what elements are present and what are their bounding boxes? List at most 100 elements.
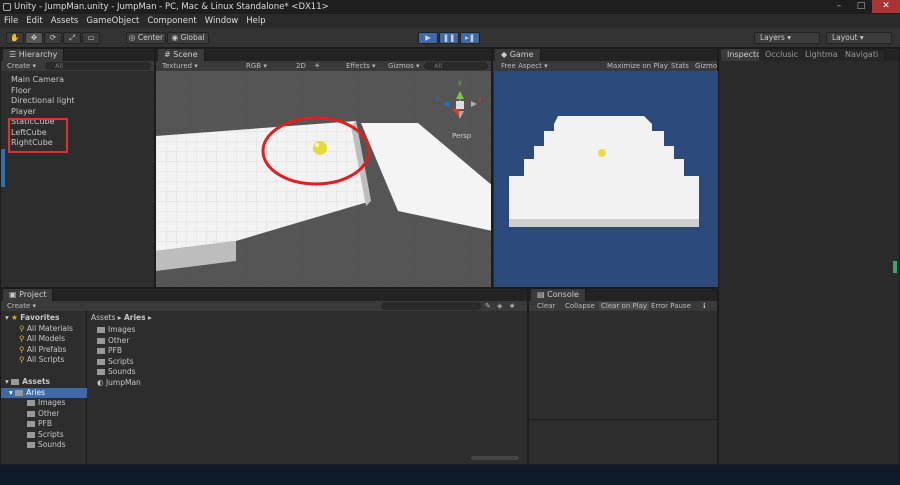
asset-item[interactable]: Scripts (97, 357, 141, 368)
move-tool-icon[interactable]: ✥ (25, 32, 43, 44)
folder-item[interactable]: Scripts (5, 430, 87, 441)
pause-button[interactable]: ❚❚ (439, 32, 459, 44)
hierarchy-item[interactable]: Player (11, 107, 75, 118)
favorites-header[interactable]: ▾ ★ Favorites (5, 313, 85, 324)
filter-label-icon[interactable]: ◈ (497, 302, 502, 310)
tab-hierarchy[interactable]: ☰ Hierarchy (3, 49, 65, 61)
layout-dropdown[interactable]: Layout ▾ (826, 32, 892, 44)
menu-edit[interactable]: Edit (26, 14, 42, 28)
favorites-section: ▾ ★ Favorites ⚲ All Materials ⚲ All Mode… (5, 313, 85, 366)
asset-item[interactable]: ◐ JumpMan (97, 378, 141, 389)
hierarchy-search-input[interactable]: All (45, 62, 151, 70)
shading-mode-dropdown[interactable]: Textured ▾ (162, 62, 198, 70)
game-gizmos-dropdown[interactable]: Gizmo (695, 62, 717, 70)
scene-search-input[interactable]: All (424, 62, 488, 70)
asset-item[interactable]: Images (97, 325, 141, 336)
unity-app-icon (3, 3, 11, 11)
search-icon: ⚲ (19, 323, 25, 333)
2d-toggle[interactable]: 2D (296, 62, 306, 70)
filter-type-icon[interactable]: ✎ (485, 302, 491, 310)
folder-item[interactable]: Images (5, 398, 87, 409)
perspective-label[interactable]: Persp (452, 132, 472, 140)
folder-icon (97, 327, 105, 333)
project-tab-label: Project (19, 290, 47, 299)
hierarchy-tabrow: ☰ Hierarchy (1, 49, 154, 61)
maximize-button[interactable]: □ (850, 0, 872, 13)
stats-toggle[interactable]: Stats (671, 62, 689, 70)
info-filter-icon[interactable]: ℹ (703, 302, 706, 310)
aspect-dropdown[interactable]: Free Aspect ▾ (501, 62, 548, 70)
hierarchy-item[interactable]: Main Camera (11, 75, 75, 86)
console-clear-on-play-toggle[interactable]: Clear on Play (599, 302, 650, 310)
asset-label: Sounds (108, 367, 136, 376)
gizmos-dropdown[interactable]: Gizmos ▾ (388, 62, 420, 70)
menu-file[interactable]: File (4, 14, 18, 28)
folder-item[interactable]: Sounds (5, 440, 87, 451)
project-create-button[interactable]: Create ▾ (7, 302, 36, 310)
hierarchy-item[interactable]: Floor (11, 86, 75, 97)
menu-help[interactable]: Help (246, 14, 265, 28)
rotate-tool-icon[interactable]: ⟳ (44, 32, 62, 44)
folder-item[interactable]: PFB (5, 419, 87, 430)
menu-window[interactable]: Window (205, 14, 239, 28)
folder-item[interactable]: Other (5, 409, 87, 420)
favorite-item[interactable]: ⚲ All Models (5, 334, 85, 345)
asset-item[interactable]: Other (97, 336, 141, 347)
scale-tool-icon[interactable]: ⤢ (63, 32, 81, 44)
unity-scene-icon: ◐ (97, 377, 104, 387)
shading-label: Textured (162, 62, 193, 70)
project-tabrow: ▣ Project (1, 289, 527, 301)
favorite-item[interactable]: ⚲ All Scripts (5, 355, 85, 366)
console-error-pause-toggle[interactable]: Error Pause (651, 302, 691, 310)
maximize-on-play-toggle[interactable]: Maximize on Play (607, 62, 668, 70)
pivot-global-toggle[interactable]: ◉ Global (167, 32, 209, 44)
layers-dropdown[interactable]: Layers ▾ (754, 32, 820, 44)
game-floor-edge (509, 219, 699, 227)
breadcrumb-assets[interactable]: Assets (91, 313, 115, 322)
effects-dropdown[interactable]: Effects ▾ (346, 62, 376, 70)
favorite-item[interactable]: ⚲ All Prefabs (5, 345, 85, 356)
folder-label: PFB (38, 419, 52, 428)
play-button[interactable]: ▶ (418, 32, 438, 44)
lighting-toggle-icon[interactable]: ☀ (314, 62, 320, 70)
scene-viewport[interactable]: y z x Persp (156, 71, 492, 288)
favorite-filter-icon[interactable]: ★ (509, 302, 515, 310)
hand-tool-icon[interactable]: ✋ (6, 32, 24, 44)
favorite-item[interactable]: ⚲ All Materials (5, 324, 85, 335)
asset-item[interactable]: PFB (97, 346, 141, 357)
project-subbar: Create ▾ ✎ ◈ ★ (1, 301, 527, 311)
render-mode-dropdown[interactable]: RGB ▾ (246, 62, 267, 70)
console-clear-button[interactable]: Clear (537, 302, 555, 310)
breadcrumb-aries[interactable]: Aries (124, 313, 146, 322)
menu-component[interactable]: Component (147, 14, 196, 28)
folder-icon (27, 442, 35, 448)
asset-item[interactable]: Sounds (97, 367, 141, 378)
project-panel: ▣ Project Create ▾ ✎ ◈ ★ ▾ ★ Favorites ⚲… (0, 288, 528, 466)
console-collapse-button[interactable]: Collapse (565, 302, 595, 310)
game-viewport[interactable] (494, 71, 718, 287)
rect-tool-icon[interactable]: ▭ (82, 32, 100, 44)
menu-assets[interactable]: Assets (51, 14, 79, 28)
hierarchy-item[interactable]: Directional light (11, 96, 75, 107)
tab-console[interactable]: ▤ Console (531, 289, 586, 301)
folder-item-selected[interactable]: ▾ Aries (1, 387, 87, 398)
inspector-scroll-indicator[interactable] (893, 261, 897, 273)
menu-gameobject[interactable]: GameObject (86, 14, 139, 28)
icon-size-slider[interactable] (471, 456, 519, 460)
close-button[interactable]: ✕ (872, 0, 900, 13)
assets-header[interactable]: ▾ Assets (5, 377, 87, 388)
effects-label: Effects (346, 62, 370, 70)
tab-project[interactable]: ▣ Project (3, 289, 54, 301)
step-button[interactable]: ▸❚ (460, 32, 480, 44)
player-sphere[interactable] (313, 141, 327, 155)
tab-scene[interactable]: # Scene (158, 49, 205, 61)
minimize-button[interactable]: – (828, 0, 850, 13)
hierarchy-create-button[interactable]: Create ▾ (7, 62, 36, 70)
tab-game[interactable]: ◆ Game (495, 49, 541, 61)
project-search-input[interactable] (381, 302, 481, 310)
assets-label: Assets (22, 377, 51, 386)
selection-indicator (1, 149, 5, 187)
tab-navigation[interactable]: Navigati (839, 49, 886, 61)
pivot-center-toggle[interactable]: ◎ Center (126, 32, 166, 44)
tab-lightmapping[interactable]: Lightma (799, 49, 845, 61)
